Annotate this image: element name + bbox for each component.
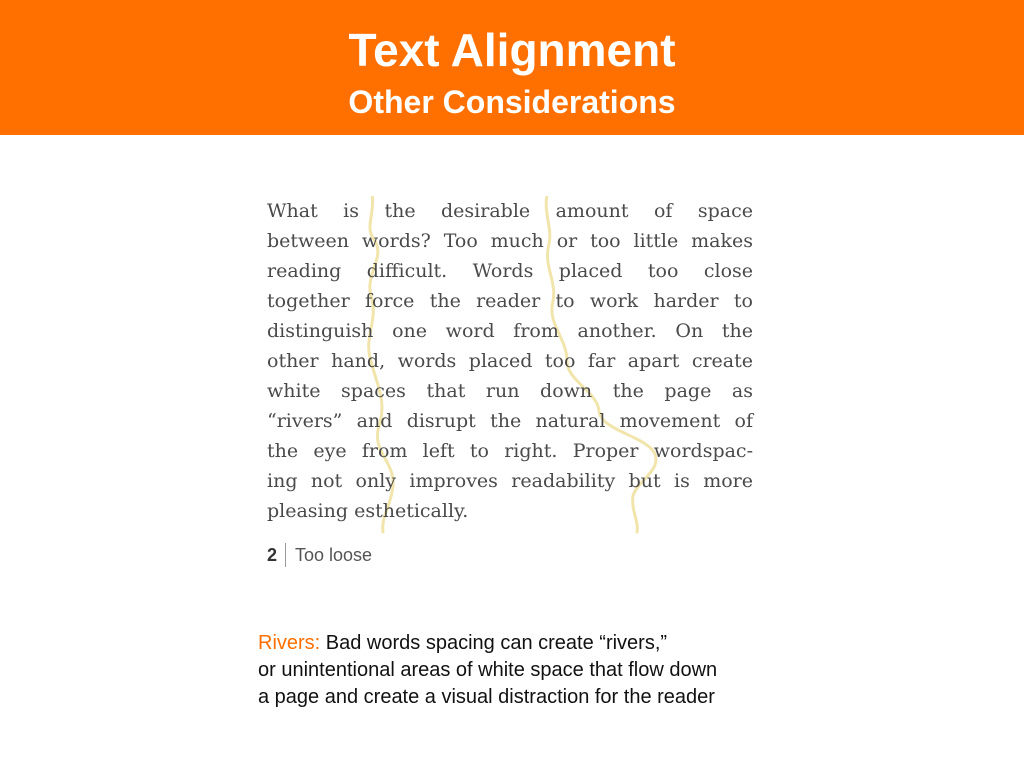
note-line-1: Rivers: Bad words spacing can create “ri… — [258, 630, 818, 657]
note-line-3: a page and create a visual distraction f… — [258, 686, 715, 708]
note-label: Rivers: — [258, 632, 321, 654]
sample-text-line: reading difficult. Words placed too clos… — [267, 260, 753, 282]
figure-caption-text: Too loose — [295, 544, 373, 565]
figure-number: 2 — [267, 544, 278, 565]
sample-text-line: the eye from left to right. Proper words… — [267, 440, 753, 462]
sample-text-line: between words? Too much or too little ma… — [267, 230, 753, 252]
sample-text-line: distinguish one word from another. On th… — [267, 320, 753, 342]
figure-caption: 2 Too loose — [267, 540, 372, 570]
sample-text-line: pleasing esthetically. — [267, 500, 469, 522]
sample-text-line: together force the reader to work harder… — [267, 290, 753, 312]
text-sample-figure: What is the desirable amount of space be… — [267, 196, 753, 536]
sample-text-line: other hand, words placed too far apart c… — [267, 350, 753, 372]
note-text-1: Bad words spacing can create “rivers,” — [320, 632, 668, 654]
sample-text-line: ing not only improves readability but is… — [267, 470, 753, 492]
caption-divider — [285, 543, 287, 567]
sample-text-line: “rivers” and disrupt the natural movemen… — [267, 410, 753, 432]
sample-text-line: What is the desirable amount of space — [267, 200, 753, 222]
slide-title: Text Alignment — [348, 24, 676, 76]
note-line-2: or unintentional areas of white space th… — [258, 659, 718, 681]
slide-subtitle: Other Considerations — [348, 84, 676, 120]
sample-text-line: white spaces that run down the page as — [267, 380, 753, 402]
title-banner: Text Alignment Other Considerations — [0, 0, 1024, 135]
rivers-note: Rivers: Bad words spacing can create “ri… — [258, 630, 818, 711]
